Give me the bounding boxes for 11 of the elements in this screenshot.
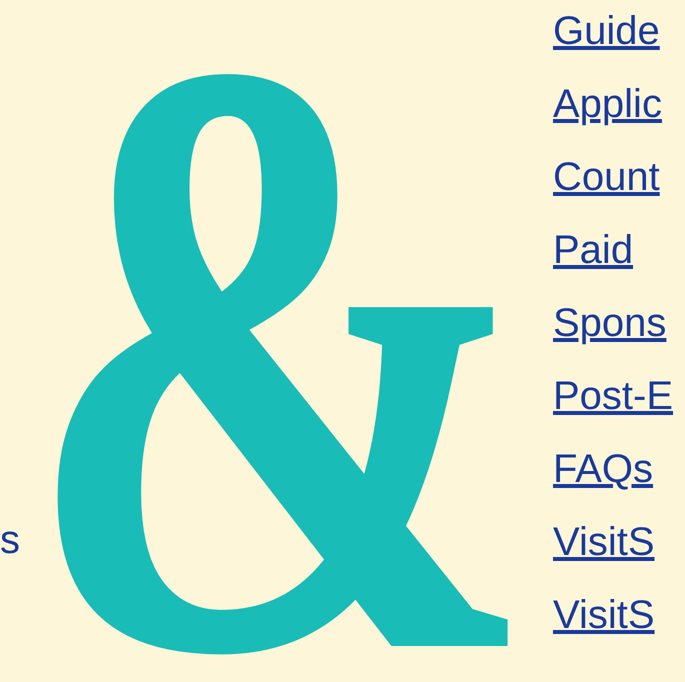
nav-link[interactable]: Guide: [553, 8, 660, 54]
nav-link[interactable]: FAQs: [553, 446, 654, 492]
nav-link[interactable]: Applic: [553, 81, 662, 127]
ampersand-glyph: &: [22, 56, 538, 658]
nav-link[interactable]: s: [0, 520, 20, 560]
nav-link[interactable]: VisitS: [553, 519, 655, 565]
nav-link[interactable]: Spons: [553, 300, 666, 346]
nav-link[interactable]: Count: [553, 154, 660, 200]
nav-link[interactable]: VisitS: [553, 592, 655, 638]
nav-link[interactable]: Paid: [553, 227, 634, 273]
nav-link[interactable]: Post-E: [553, 373, 674, 419]
